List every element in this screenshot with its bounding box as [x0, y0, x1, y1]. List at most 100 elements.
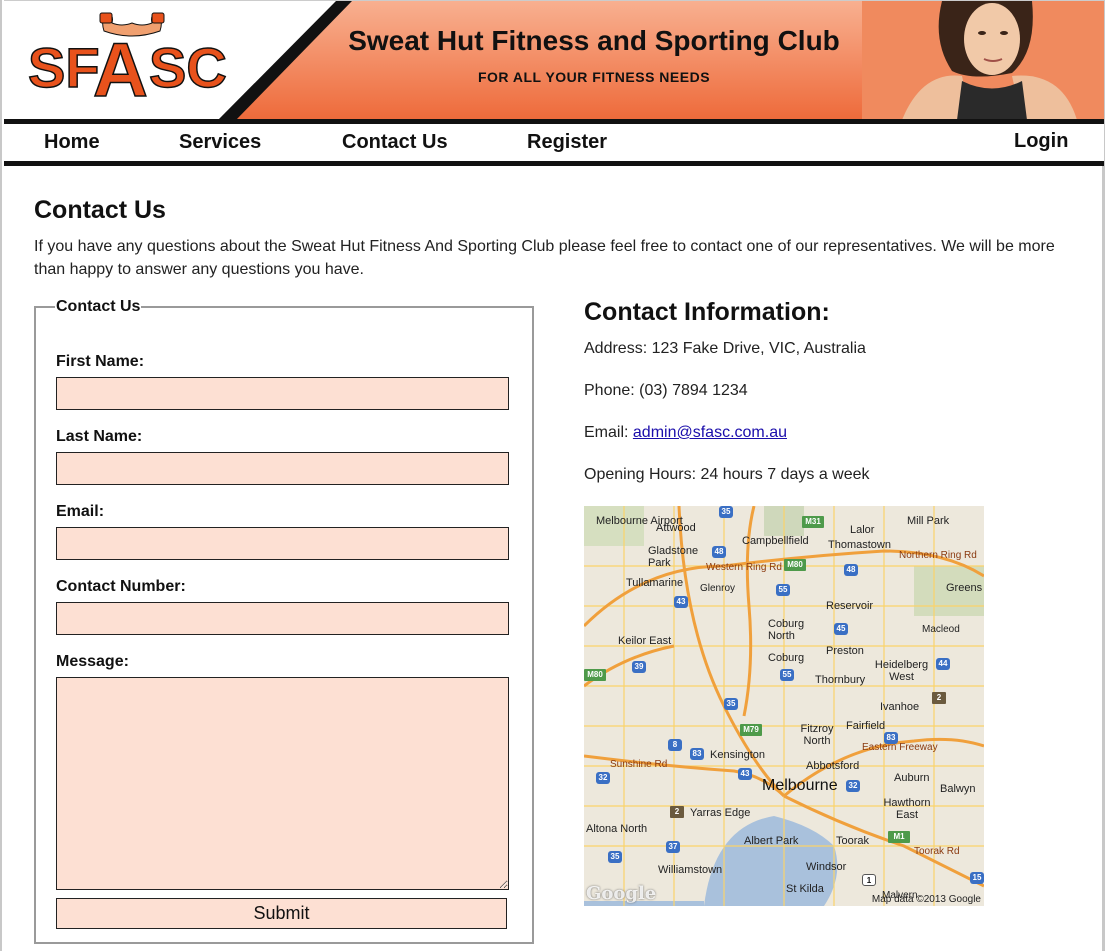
route-shield: 8 — [668, 739, 682, 751]
map-brand-logo: Google — [586, 883, 657, 904]
page: SF A SC Sweat Hut Fitness and Sporting C… — [0, 0, 1105, 951]
map-place-label: Kensington — [710, 749, 766, 761]
map-place-label: Altona North — [586, 823, 648, 835]
map-place-label: St Kilda — [786, 883, 824, 895]
logo[interactable]: SF A SC — [4, 1, 244, 119]
message-textarea[interactable] — [56, 677, 509, 890]
phone-line: Phone: (03) 7894 1234 — [584, 382, 748, 400]
main-nav: Home Services Contact Us Register Login — [4, 119, 1104, 166]
route-shield: 55 — [776, 584, 790, 596]
address-value: 123 Fake Drive, VIC, Australia — [651, 340, 866, 357]
map-place-label: Macleod — [922, 624, 960, 635]
map-city-label: Melbourne — [762, 777, 838, 794]
hero-image — [862, 1, 1104, 119]
map-place-label: Albert Park — [744, 835, 799, 847]
nav-contact-link[interactable]: Contact Us — [342, 131, 448, 154]
site-tagline: FOR ALL YOUR FITNESS NEEDS — [477, 69, 711, 85]
message-label: Message: — [56, 653, 129, 670]
contact-number-label: Contact Number: — [56, 578, 186, 595]
map-place-label: Mill Park — [907, 515, 950, 527]
site-header: SF A SC Sweat Hut Fitness and Sporting C… — [4, 0, 1104, 119]
nav-register-link[interactable]: Register — [527, 131, 607, 154]
map-place-label: Williamstown — [658, 864, 723, 876]
first-name-input[interactable] — [56, 377, 509, 410]
route-shield: 48 — [712, 546, 726, 558]
map-place-label: Hawthorn East — [883, 797, 931, 821]
map-place-label: Ivanhoe — [880, 701, 920, 713]
route-shield: 55 — [780, 669, 794, 681]
address-line: Address: 123 Fake Drive, VIC, Australia — [584, 340, 866, 358]
map-place-label: Keilor East — [618, 635, 672, 647]
route-shield: M31 — [802, 516, 824, 528]
map-place-label: Attwood — [656, 522, 696, 534]
map-place-label: Thomastown — [828, 539, 891, 551]
route-shield: 35 — [608, 851, 622, 863]
route-shield: 83 — [884, 732, 898, 744]
site-title: Sweat Hut Fitness and Sporting Club — [348, 25, 840, 56]
route-shield: 48 — [844, 564, 858, 576]
route-shield: 43 — [738, 768, 752, 780]
map-place-label: Gladstone Park — [648, 545, 699, 569]
map-credit: Map data ©2013 Google — [871, 894, 981, 905]
address-label: Address: — [584, 340, 648, 357]
map-place-label: Auburn — [894, 772, 930, 784]
route-shield: 35 — [719, 506, 733, 518]
phone-label: Phone: — [584, 382, 635, 399]
map-place-label: Fitzroy North — [800, 723, 834, 747]
submit-button[interactable]: Submit — [56, 898, 507, 929]
map-place-label: Coburg — [768, 652, 805, 664]
map-place-label: Toorak — [836, 835, 870, 847]
nav-login-link[interactable]: Login — [1014, 130, 1068, 153]
email-label-text: Email: — [584, 424, 629, 441]
nav-home-link[interactable]: Home — [44, 131, 100, 154]
svg-text:A: A — [93, 28, 148, 113]
form-legend: Contact Us — [56, 298, 141, 315]
map-place-label: Northern Ring Rd — [899, 550, 977, 561]
email-label: Email: — [56, 503, 105, 520]
route-shield: 44 — [936, 658, 950, 670]
route-shield: 15 — [970, 872, 984, 884]
contact-number-input[interactable] — [56, 602, 509, 635]
contact-form: Contact Us First Name: Last Name: Email:… — [34, 298, 534, 944]
route-shield: M79 — [740, 724, 762, 736]
route-shield: M1 — [888, 831, 910, 843]
route-shield: 2 — [670, 806, 684, 818]
route-shield: 35 — [724, 698, 738, 710]
email-link[interactable]: admin@sfasc.com.au — [633, 424, 787, 441]
map-place-label: Lalor — [850, 524, 875, 536]
map-place-label: Coburg North — [768, 618, 805, 642]
svg-text:SF: SF — [28, 36, 100, 99]
route-shield: 83 — [690, 748, 704, 760]
map-place-label: Windsor — [806, 861, 847, 873]
map-place-label: Campbellfield — [742, 535, 809, 547]
hours-label: Opening Hours: — [584, 466, 697, 483]
route-shield: 43 — [674, 596, 688, 608]
email-line: Email: admin@sfasc.com.au — [584, 424, 787, 442]
map-place-label: Tullamarine — [626, 577, 684, 589]
route-shield: 39 — [632, 661, 646, 673]
phone-value: (03) 7894 1234 — [639, 382, 748, 399]
location-map[interactable]: Melbourne Airport Attwood Campbellfield … — [584, 506, 984, 906]
map-place-label: Balwyn — [940, 783, 976, 795]
first-name-label: First Name: — [56, 353, 145, 370]
map-place-label: Eastern Freeway — [862, 742, 938, 753]
hours-line: Opening Hours: 24 hours 7 days a week — [584, 466, 870, 484]
last-name-input[interactable] — [56, 452, 509, 485]
map-place-label: Preston — [826, 645, 864, 657]
nav-services-link[interactable]: Services — [179, 131, 261, 154]
map-place-label: Abbotsford — [806, 760, 860, 772]
contact-info-heading: Contact Information: — [584, 298, 830, 326]
map-place-label: Western Ring Rd — [706, 562, 782, 573]
route-shield: 32 — [596, 772, 610, 784]
last-name-label: Last Name: — [56, 428, 143, 445]
route-shield: M80 — [784, 559, 806, 571]
map-place-label: Toorak Rd — [914, 846, 960, 857]
route-shield: M80 — [584, 669, 606, 681]
route-shield: 32 — [846, 780, 860, 792]
route-shield: 2 — [932, 692, 946, 704]
hours-value: 24 hours 7 days a week — [700, 466, 870, 483]
email-input[interactable] — [56, 527, 509, 560]
map-place-label: Reservoir — [826, 600, 874, 612]
map-place-label: Yarras Edge — [690, 807, 751, 819]
map-place-label: Heidelberg West — [874, 659, 929, 683]
